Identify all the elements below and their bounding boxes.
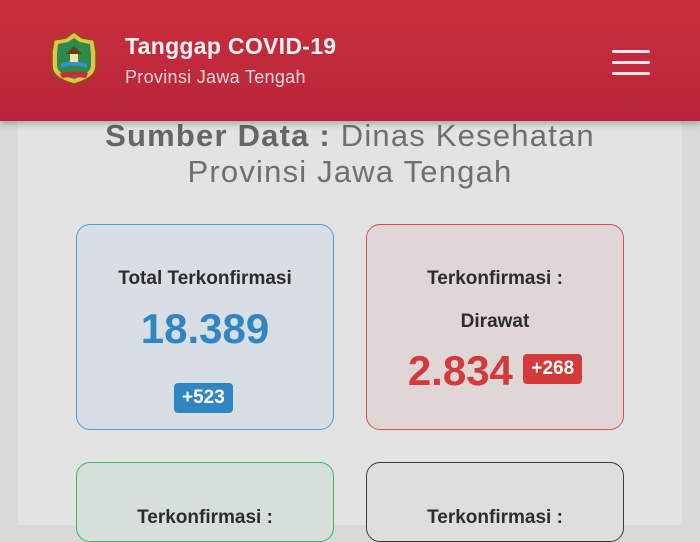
data-source: Sumber Data : Dinas Kesehatan Provinsi J… bbox=[0, 118, 700, 190]
menu-bar bbox=[612, 61, 650, 64]
card-sublabel: Dirawat bbox=[460, 311, 530, 332]
card-label: Terkonfirmasi : bbox=[137, 507, 273, 528]
menu-bar bbox=[612, 50, 650, 53]
source-line2: Provinsi Jawa Tengah bbox=[187, 154, 513, 189]
hamburger-menu-icon[interactable] bbox=[608, 46, 654, 80]
source-label: Sumber Data : bbox=[105, 118, 331, 153]
treated-value-row: 2.834 +268 bbox=[367, 347, 623, 395]
card-label: Terkonfirmasi : bbox=[427, 507, 563, 528]
treated-value: 2.834 bbox=[407, 347, 513, 394]
app-header: Tanggap COVID-19 Provinsi Jawa Tengah bbox=[0, 0, 700, 121]
confirmed-card-green[interactable]: Terkonfirmasi : bbox=[76, 462, 334, 542]
total-confirmed-card[interactable]: Total Terkonfirmasi 18.389 +523 bbox=[76, 224, 334, 430]
treated-delta-badge: +268 bbox=[523, 354, 583, 384]
source-line1: Dinas Kesehatan bbox=[340, 118, 595, 153]
card-label: Total Terkonfirmasi bbox=[118, 268, 292, 289]
confirmed-card-dark[interactable]: Terkonfirmasi : bbox=[366, 462, 624, 542]
app-subtitle: Provinsi Jawa Tengah bbox=[125, 67, 306, 87]
jawa-tengah-emblem-icon[interactable] bbox=[48, 30, 100, 86]
app-title: Tanggap COVID-19 bbox=[125, 33, 337, 59]
treated-card[interactable]: Terkonfirmasi : Dirawat 2.834 +268 bbox=[366, 224, 624, 430]
total-confirmed-value: 18.389 bbox=[140, 305, 270, 352]
card-label: Terkonfirmasi : bbox=[427, 268, 563, 289]
total-confirmed-delta-badge: +523 bbox=[174, 383, 233, 413]
menu-bar bbox=[612, 72, 650, 75]
